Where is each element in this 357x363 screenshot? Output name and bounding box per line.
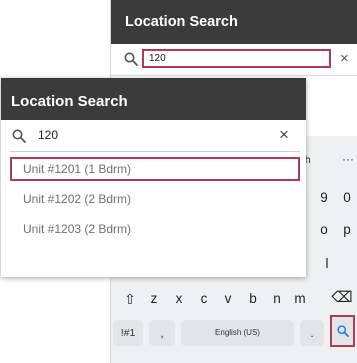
key-c[interactable]: c <box>193 288 215 310</box>
result-item-1203[interactable]: Unit #1203 (2 Bdrm) <box>10 217 300 241</box>
key-m[interactable]: m <box>289 288 311 310</box>
key-p[interactable]: p <box>336 219 357 241</box>
period-key[interactable]: . <box>300 320 324 346</box>
key-x[interactable]: x <box>168 288 190 310</box>
background-header: Location Search <box>111 0 357 44</box>
key-l[interactable]: l <box>316 253 338 275</box>
backspace-key[interactable]: ⌫ <box>331 287 353 309</box>
popup-title: Location Search <box>11 93 128 110</box>
background-search-row: 120 × <box>111 44 357 76</box>
symbols-key[interactable]: !#1 <box>113 320 143 346</box>
space-key[interactable]: English (US) <box>181 320 294 346</box>
key-0[interactable]: 0 <box>336 187 357 209</box>
key-b[interactable]: b <box>242 288 264 310</box>
key-9[interactable]: 9 <box>313 187 335 209</box>
search-icon <box>12 129 26 143</box>
popup-search-row[interactable]: 120 × <box>1 121 306 151</box>
shift-key[interactable]: ⇧ <box>119 288 141 310</box>
popup-search-input[interactable]: 120 <box>38 128 58 142</box>
background-title: Location Search <box>125 14 238 30</box>
result-item-1201[interactable]: Unit #1201 (1 Bdrm) <box>10 157 300 181</box>
result-item-1202[interactable]: Unit #1202 (2 Bdrm) <box>10 187 300 211</box>
key-v[interactable]: v <box>217 288 239 310</box>
location-search-popup: Location Search 120 × Unit #1201 (1 Bdrm… <box>1 78 306 277</box>
key-n[interactable]: n <box>266 288 288 310</box>
divider <box>10 151 300 152</box>
search-key[interactable] <box>330 315 355 347</box>
close-icon[interactable]: × <box>340 50 349 68</box>
background-search-input[interactable]: 120 <box>142 49 331 68</box>
close-icon[interactable]: × <box>279 125 289 145</box>
key-z[interactable]: z <box>143 288 165 310</box>
keyboard-more-icon[interactable]: ··· <box>342 152 354 166</box>
popup-header: Location Search <box>1 78 306 120</box>
key-o[interactable]: o <box>313 219 335 241</box>
search-icon <box>124 52 138 66</box>
comma-key[interactable]: , <box>149 320 175 346</box>
search-icon <box>337 325 349 337</box>
